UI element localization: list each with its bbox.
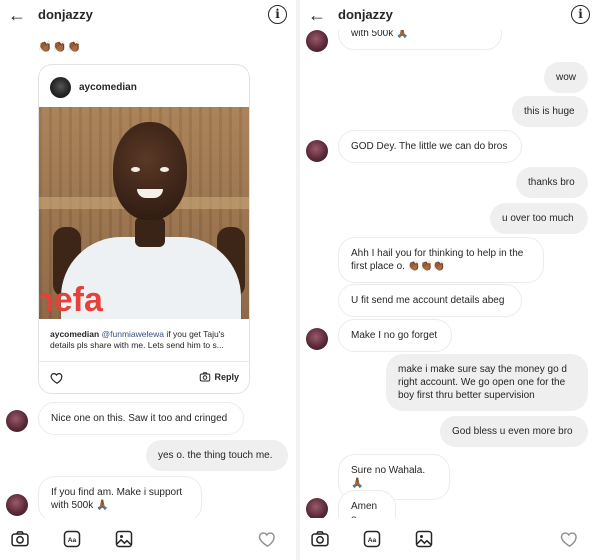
chat-header: ← donjazzy i: [300, 0, 599, 30]
post-header: aycomedian: [39, 65, 249, 107]
message-composer: Aa: [0, 518, 296, 560]
post-author-avatar[interactable]: [50, 77, 71, 98]
message-bubble[interactable]: wow: [544, 62, 588, 93]
sticker-icon[interactable]: Aa: [362, 529, 382, 549]
sender-avatar[interactable]: [306, 30, 328, 52]
info-icon[interactable]: i: [571, 5, 590, 24]
message-composer: Aa: [300, 518, 599, 560]
sender-avatar[interactable]: [6, 410, 28, 432]
reply-camera-icon: [200, 372, 211, 382]
chat-title: donjazzy: [338, 7, 393, 22]
heart-icon[interactable]: [560, 529, 579, 549]
post-divider: [39, 361, 249, 362]
reply-label: Reply: [214, 372, 239, 382]
shared-post[interactable]: aycomedian nefa aycomedian @funmiawelewa…: [38, 64, 250, 394]
message-bubble[interactable]: u over too much: [490, 203, 588, 234]
svg-text:Aa: Aa: [68, 537, 77, 544]
message-bubble[interactable]: Nice one on this. Saw it too and cringed: [38, 402, 244, 435]
message-list[interactable]: 👏🏾👏🏾👏🏾 aycomedian nefa aycomedian @funmi…: [0, 30, 296, 518]
message-bubble[interactable]: make i make sure say the money go d righ…: [386, 354, 588, 411]
like-heart-icon[interactable]: [50, 371, 64, 385]
reply-button[interactable]: Reply: [199, 371, 239, 385]
photo-subject-neck: [135, 217, 165, 247]
sticker-icon[interactable]: Aa: [62, 529, 82, 549]
camera-icon[interactable]: [10, 529, 30, 549]
clap-emoji-message: 👏🏾👏🏾👏🏾: [38, 41, 83, 53]
camera-icon[interactable]: [310, 529, 330, 549]
gallery-icon[interactable]: [114, 529, 134, 549]
sender-avatar[interactable]: [306, 498, 328, 518]
info-icon[interactable]: i: [268, 5, 287, 24]
post-author-username[interactable]: aycomedian: [79, 82, 137, 93]
caption-mention[interactable]: @funmiawelewa: [102, 329, 165, 339]
sender-avatar[interactable]: [6, 494, 28, 516]
photo-watermark: nefa: [39, 281, 103, 319]
back-arrow-icon[interactable]: ←: [306, 4, 328, 26]
heart-icon[interactable]: [258, 529, 277, 549]
photo-subject-eye: [131, 167, 140, 172]
message-bubble[interactable]: If you find am. Make i support with 500k…: [38, 476, 202, 518]
gallery-icon[interactable]: [414, 529, 434, 549]
post-caption[interactable]: aycomedian @funmiawelewa if you get Taju…: [50, 329, 242, 351]
message-bubble[interactable]: Ahh I hail you for thinking to help in t…: [338, 237, 544, 283]
svg-text:Aa: Aa: [368, 537, 377, 544]
caption-username[interactable]: aycomedian: [50, 329, 99, 339]
message-bubble[interactable]: GOD Dey. The little we can do bros: [338, 130, 522, 163]
back-arrow-icon[interactable]: ←: [6, 4, 28, 26]
message-bubble[interactable]: this is huge: [512, 96, 588, 127]
chat-header: ← donjazzy i: [0, 0, 296, 30]
message-bubble[interactable]: thanks bro: [516, 167, 588, 198]
sender-avatar[interactable]: [306, 140, 328, 162]
photo-subject-head: [113, 122, 187, 220]
message-bubble[interactable]: yes o. the thing touch me.: [146, 440, 288, 471]
post-photo[interactable]: nefa: [39, 107, 249, 319]
message-list[interactable]: with 500k 🙏🏾 wow this is huge GOD Dey. T…: [300, 30, 599, 518]
message-bubble[interactable]: Make I no go forget: [338, 319, 452, 352]
message-bubble[interactable]: with 500k 🙏🏾: [338, 30, 502, 50]
chat-panel-right: ← donjazzy i with 500k 🙏🏾 wow this is hu…: [300, 0, 599, 560]
chat-panel-left: ← donjazzy i 👏🏾👏🏾👏🏾 aycomedian nefa ayco…: [0, 0, 296, 560]
message-bubble[interactable]: God bless u even more bro: [440, 416, 588, 447]
sender-avatar[interactable]: [306, 328, 328, 350]
message-bubble[interactable]: U fit send me account details abeg: [338, 284, 522, 317]
chat-title: donjazzy: [38, 7, 93, 22]
message-bubble[interactable]: Amen o: [338, 490, 396, 518]
photo-subject-eye: [160, 167, 169, 172]
